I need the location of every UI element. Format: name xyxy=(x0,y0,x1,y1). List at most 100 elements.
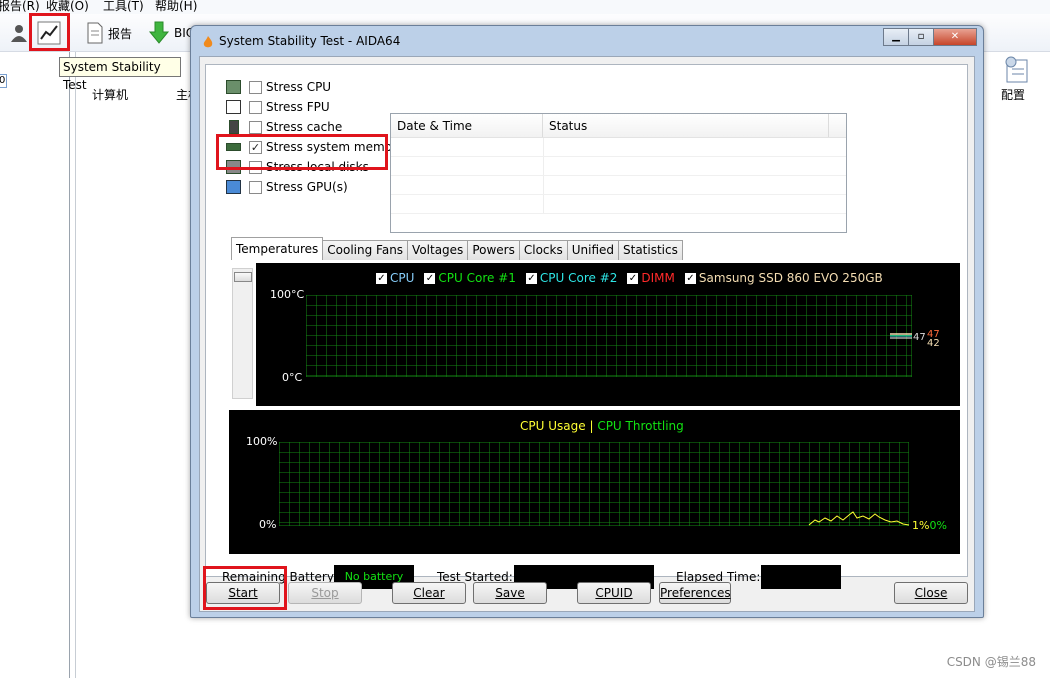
stability-test-window: System Stability Test - AIDA64 ▁ ▫ ✕ Str… xyxy=(190,25,984,618)
temperature-legend: ✓ CPU ✓ CPU Core #1 ✓ CPU Core #2 ✓ DIMM ✓ Sa… xyxy=(376,271,883,285)
watermark: CSDN @锡兰88 xyxy=(946,655,1036,669)
report-label: 报告 xyxy=(108,26,133,41)
save-button[interactable]: Save xyxy=(473,582,547,604)
menubar: 报告(R) 收藏(O) 工具(T) 帮助(H) xyxy=(0,0,1050,14)
stress-gpu-label: Stress GPU(s) xyxy=(266,180,348,194)
menu-report[interactable]: 报告(R) xyxy=(0,0,40,13)
cpu-graph-title: CPU Usage | CPU Throttling xyxy=(520,419,684,433)
left-tree-pane: 0 xyxy=(0,52,70,678)
config-icon[interactable] xyxy=(1003,54,1029,87)
monitor-icon xyxy=(226,180,241,194)
graph-scroll-slider[interactable] xyxy=(232,268,253,399)
table-row xyxy=(391,195,846,214)
temperature-traces xyxy=(890,333,912,339)
window-title: System Stability Test - AIDA64 xyxy=(219,34,401,48)
tab-powers[interactable]: Powers xyxy=(467,240,520,260)
cpu-throttling-value: 0% xyxy=(929,519,947,532)
preferences-button[interactable]: Preferences xyxy=(659,582,731,604)
cpu-usage-grid xyxy=(279,442,909,526)
stop-button[interactable]: Stop xyxy=(288,582,362,604)
computer-label[interactable]: 计算机 xyxy=(92,86,128,103)
cpu-values: 1%0% xyxy=(912,519,947,532)
config-label[interactable]: 配置 xyxy=(1001,86,1025,103)
legend-checkbox[interactable]: ✓ xyxy=(424,272,436,284)
temp-y-max: 100°C xyxy=(270,288,305,301)
document-icon xyxy=(87,22,103,44)
stress-cpu-label: Stress CPU xyxy=(266,80,332,94)
tab-voltages[interactable]: Voltages xyxy=(407,240,469,260)
fpu-icon xyxy=(226,100,241,114)
legend-checkbox[interactable]: ✓ xyxy=(684,272,696,284)
col-datetime[interactable]: Date & Time xyxy=(391,114,543,137)
tab-unified[interactable]: Unified xyxy=(566,240,619,260)
legend-label: CPU Core #2 xyxy=(539,271,618,285)
cpu-chip-icon xyxy=(226,80,241,94)
cpu-y-min: 0% xyxy=(259,518,277,531)
cpu-usage-graph: CPU Usage | CPU Throttling 100% 0% 1%0% xyxy=(229,410,960,554)
tree-item[interactable]: 0 xyxy=(0,74,7,88)
tab-temperatures[interactable]: Temperatures xyxy=(231,237,324,260)
cpu-throttling-title: CPU Throttling xyxy=(597,419,684,433)
cache-icon xyxy=(229,120,239,134)
slider-thumb[interactable] xyxy=(234,272,252,282)
cpuid-button[interactable]: CPUID xyxy=(577,582,651,604)
temp-value: 42 xyxy=(927,338,940,349)
legend-label: Samsung SSD 860 EVO 250GB xyxy=(698,271,883,285)
legend-checkbox[interactable]: ✓ xyxy=(627,272,639,284)
temp-y-min: 0°C xyxy=(282,371,303,384)
cpu-y-max: 100% xyxy=(246,435,278,448)
legend-label: DIMM xyxy=(641,271,675,285)
stress-gpu-checkbox[interactable] xyxy=(249,180,262,194)
stress-gpu-option[interactable]: Stress GPU(s) xyxy=(226,178,348,196)
cpu-usage-value: 1% xyxy=(912,519,930,532)
legend-checkbox[interactable]: ✓ xyxy=(525,272,537,284)
legend-label: CPU Core #1 xyxy=(438,271,516,285)
highlight-stability-button xyxy=(29,13,70,51)
download-arrow-icon xyxy=(148,21,170,44)
tab-statistics[interactable]: Statistics xyxy=(618,240,683,260)
menu-help[interactable]: 帮助(H) xyxy=(155,0,197,13)
close-window-button[interactable]: ✕ xyxy=(933,28,977,46)
legend-dimm[interactable]: ✓ DIMM xyxy=(627,271,675,285)
legend-core2[interactable]: ✓ CPU Core #2 xyxy=(525,271,618,285)
legend-checkbox[interactable]: ✓ xyxy=(376,272,387,284)
tooltip: System Stability Test xyxy=(59,57,181,92)
report-button[interactable]: 报告 xyxy=(86,18,132,48)
cpu-usage-title: CPU Usage xyxy=(520,419,586,433)
temperature-graph: ✓ CPU ✓ CPU Core #1 ✓ CPU Core #2 ✓ DIMM ✓ Sa… xyxy=(256,263,960,406)
col-status[interactable]: Status xyxy=(543,114,829,137)
maximize-button[interactable]: ▫ xyxy=(908,28,934,46)
stress-cpu-option[interactable]: Stress CPU xyxy=(226,78,331,96)
menu-tools[interactable]: 工具(T) xyxy=(103,0,144,13)
cpu-graph-separator: | xyxy=(589,419,594,433)
highlight-memory-option xyxy=(216,134,388,170)
table-row xyxy=(391,157,846,176)
elapsed-time-value xyxy=(761,565,841,589)
legend-ssd[interactable]: ✓ Samsung SSD 860 EVO 250GB xyxy=(684,271,883,285)
close-button[interactable]: Close xyxy=(894,582,968,604)
stress-fpu-option[interactable]: Stress FPU xyxy=(226,98,330,116)
table-row xyxy=(391,138,846,157)
stress-cache-label: Stress cache xyxy=(266,120,343,134)
temp-value: 47 xyxy=(913,332,926,343)
stress-cpu-checkbox[interactable] xyxy=(249,80,262,94)
legend-core1[interactable]: ✓ CPU Core #1 xyxy=(424,271,516,285)
highlight-start-button xyxy=(203,566,287,610)
flame-icon xyxy=(203,36,213,48)
minimize-button[interactable]: ▁ xyxy=(883,28,909,46)
stress-cache-checkbox[interactable] xyxy=(249,120,262,134)
tab-clocks[interactable]: Clocks xyxy=(518,240,568,260)
stress-fpu-label: Stress FPU xyxy=(266,100,330,114)
legend-cpu[interactable]: ✓ CPU xyxy=(376,271,414,285)
temperature-grid xyxy=(306,295,912,377)
tab-cooling-fans[interactable]: Cooling Fans xyxy=(322,240,409,260)
table-row xyxy=(391,176,846,195)
user-icon[interactable] xyxy=(8,18,30,48)
legend-label: CPU xyxy=(390,271,415,285)
stress-fpu-checkbox[interactable] xyxy=(249,100,262,114)
test-log-table[interactable]: Date & Time Status xyxy=(390,113,847,233)
menu-favorites[interactable]: 收藏(O) xyxy=(46,0,89,13)
sensor-tabs: Temperatures Cooling Fans Voltages Power… xyxy=(231,237,683,260)
clear-button[interactable]: Clear xyxy=(392,582,466,604)
pane-divider xyxy=(75,52,76,678)
